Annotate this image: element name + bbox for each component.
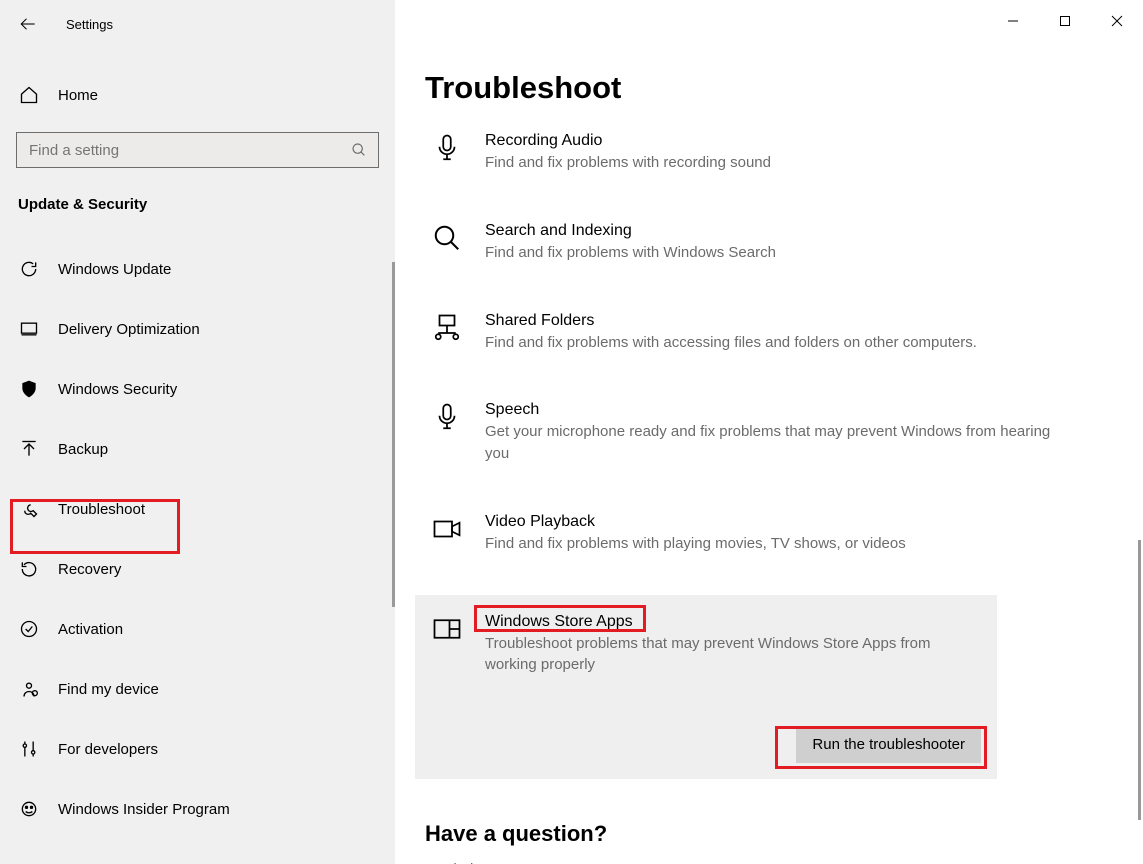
search-box[interactable] xyxy=(16,132,379,168)
video-icon xyxy=(431,513,463,545)
page-title: Troubleshoot xyxy=(425,70,1113,106)
shield-icon xyxy=(18,378,40,400)
troubleshooter-desc: Find and fix problems with recording sou… xyxy=(485,152,1073,174)
sidebar-item-for-developers[interactable]: For developers xyxy=(0,723,395,775)
sidebar-item-label: Recovery xyxy=(58,561,121,578)
sidebar-item-label: Backup xyxy=(58,441,108,458)
search-input[interactable] xyxy=(17,141,340,160)
troubleshooter-title: Shared Folders xyxy=(485,312,1073,330)
troubleshooter-windows-store-apps[interactable]: Windows Store Apps Troubleshoot problems… xyxy=(415,595,997,779)
location-icon xyxy=(18,678,40,700)
troubleshooter-recording-audio[interactable]: Recording Audio Find and fix problems wi… xyxy=(425,124,1113,182)
sidebar-item-delivery-optimization[interactable]: Delivery Optimization xyxy=(0,303,395,355)
troubleshooter-speech[interactable]: Speech Get your microphone ready and fix… xyxy=(425,393,1113,473)
troubleshooter-shared-folders[interactable]: Shared Folders Find and fix problems wit… xyxy=(425,304,1113,362)
sync-icon xyxy=(18,258,40,280)
sidebar-nav: Windows Update Delivery Optimization xyxy=(0,243,395,843)
sidebar-item-find-my-device[interactable]: Find my device xyxy=(0,663,395,715)
search-large-icon xyxy=(431,222,463,254)
troubleshooter-desc: Find and fix problems with Windows Searc… xyxy=(485,242,1073,264)
home-icon xyxy=(18,84,40,106)
get-help-link[interactable]: Get help xyxy=(425,861,1113,864)
sidebar-item-label: For developers xyxy=(58,741,158,758)
insider-icon xyxy=(18,798,40,820)
troubleshooter-desc: Troubleshoot problems that may prevent W… xyxy=(485,633,947,677)
sidebar-item-activation[interactable]: Activation xyxy=(0,603,395,655)
back-arrow-icon[interactable] xyxy=(18,14,38,34)
troubleshooter-desc: Get your microphone ready and fix proble… xyxy=(485,421,1073,465)
troubleshooter-title: Video Playback xyxy=(485,513,1073,531)
search-icon xyxy=(340,142,378,158)
troubleshooter-search-indexing[interactable]: Search and Indexing Find and fix problem… xyxy=(425,214,1113,272)
section-title: Update & Security xyxy=(0,176,395,219)
app-title: Settings xyxy=(66,17,113,32)
question-heading: Have a question? xyxy=(425,821,1113,847)
troubleshooter-desc: Find and fix problems with accessing fil… xyxy=(485,332,1073,354)
maximize-button[interactable] xyxy=(1039,0,1091,42)
sidebar-item-recovery[interactable]: Recovery xyxy=(0,543,395,595)
sidebar-item-troubleshoot[interactable]: Troubleshoot xyxy=(0,483,395,535)
run-troubleshooter-button[interactable]: Run the troubleshooter xyxy=(796,726,981,763)
sidebar-item-label: Windows Security xyxy=(58,381,177,398)
microphone-icon xyxy=(431,401,463,433)
delivery-icon xyxy=(18,318,40,340)
troubleshooter-title: Windows Store Apps xyxy=(485,613,947,631)
troubleshooter-title: Recording Audio xyxy=(485,132,1073,150)
sidebar-item-windows-update[interactable]: Windows Update xyxy=(0,243,395,295)
sidebar-item-label: Find my device xyxy=(58,681,159,698)
troubleshooter-title: Speech xyxy=(485,401,1073,419)
home-label: Home xyxy=(58,87,98,104)
close-button[interactable] xyxy=(1091,0,1143,42)
apps-icon xyxy=(431,613,463,645)
troubleshooter-desc: Find and fix problems with playing movie… xyxy=(485,533,1073,555)
network-share-icon xyxy=(431,312,463,344)
home-nav[interactable]: Home xyxy=(0,76,395,114)
troubleshooter-video-playback[interactable]: Video Playback Find and fix problems wit… xyxy=(425,505,1113,563)
sidebar-item-label: Windows Insider Program xyxy=(58,801,230,818)
sidebar-item-label: Activation xyxy=(58,621,123,638)
backup-icon xyxy=(18,438,40,460)
sidebar: Settings Home Update & Security xyxy=(0,0,395,864)
main-scrollbar[interactable] xyxy=(1138,540,1141,820)
troubleshooter-title: Search and Indexing xyxy=(485,222,1073,240)
wrench-icon xyxy=(18,498,40,520)
main-content: Troubleshoot Recording Audio Find and fi… xyxy=(395,0,1143,864)
sidebar-item-backup[interactable]: Backup xyxy=(0,423,395,475)
check-circle-icon xyxy=(18,618,40,640)
sidebar-item-label: Windows Update xyxy=(58,261,171,278)
sidebar-item-label: Delivery Optimization xyxy=(58,321,200,338)
sidebar-item-windows-insider[interactable]: Windows Insider Program xyxy=(0,783,395,835)
window-controls xyxy=(987,0,1143,42)
sidebar-item-label: Troubleshoot xyxy=(58,501,145,518)
minimize-button[interactable] xyxy=(987,0,1039,42)
tools-icon xyxy=(18,738,40,760)
recovery-icon xyxy=(18,558,40,580)
sidebar-item-windows-security[interactable]: Windows Security xyxy=(0,363,395,415)
troubleshooter-list: Recording Audio Find and fix problems wi… xyxy=(425,124,1113,779)
microphone-icon xyxy=(431,132,463,164)
